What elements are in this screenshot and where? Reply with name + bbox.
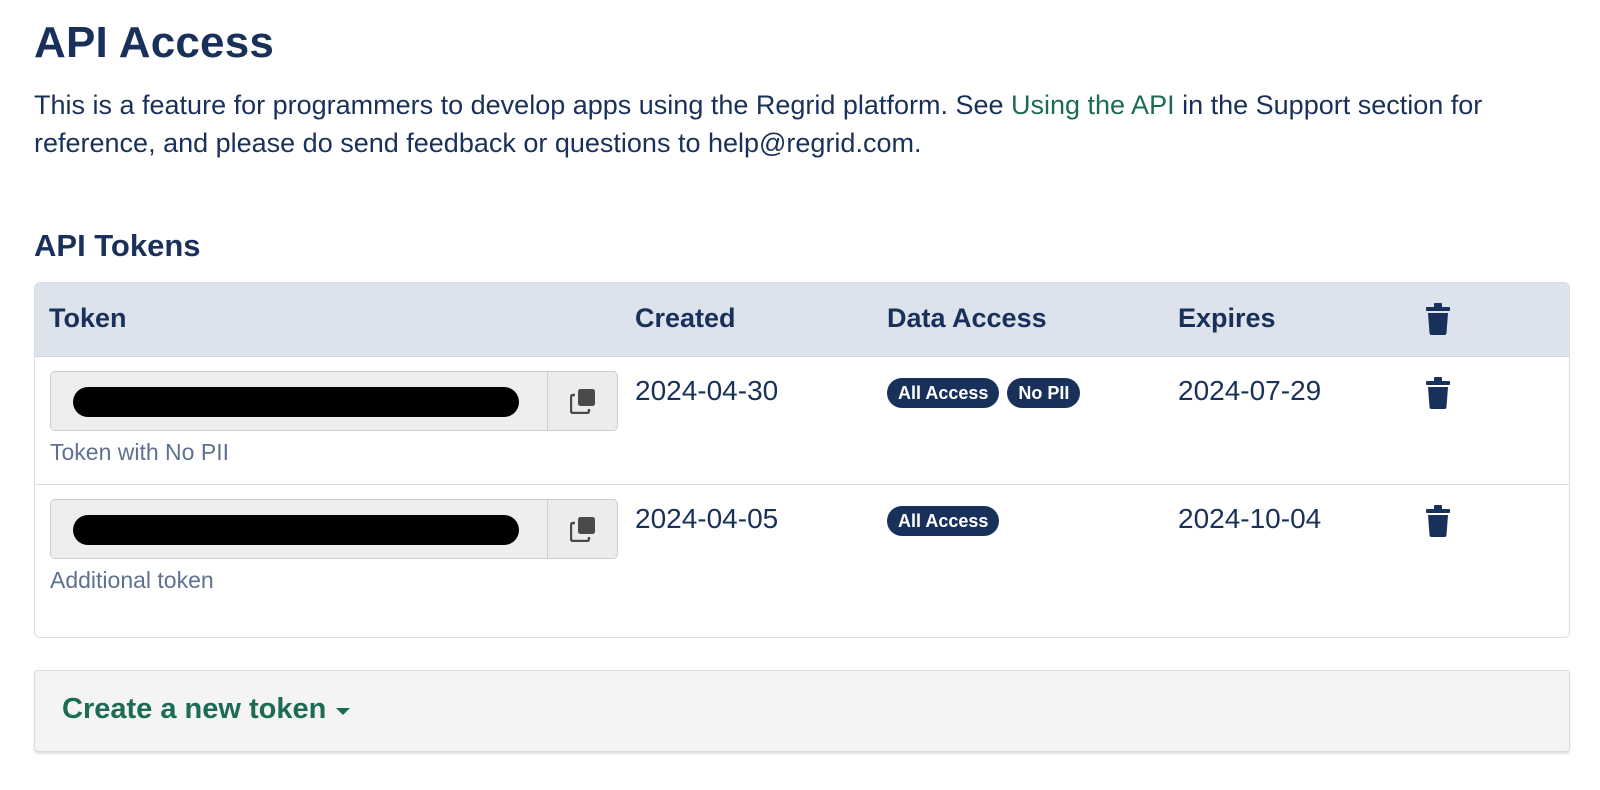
create-new-token-button[interactable]: Create a new token: [62, 693, 351, 726]
expires-date: 2024-07-29: [1178, 375, 1322, 406]
column-header-token: Token: [49, 303, 127, 333]
delete-token-button[interactable]: [1425, 377, 1451, 414]
trash-icon: [1426, 505, 1450, 537]
token-name: Token with No PII: [50, 439, 229, 465]
copy-token-button[interactable]: [547, 500, 617, 558]
expires-date: 2024-10-04: [1178, 503, 1322, 534]
column-header-data-access: Data Access: [887, 303, 1047, 333]
table-row: Token with No PII 2024-04-30 All Access …: [35, 357, 1569, 485]
column-header-expires: Expires: [1178, 303, 1276, 333]
redacted-token-value: [73, 387, 519, 417]
badge-all-access: All Access: [887, 378, 1000, 408]
token-field-group: [50, 371, 618, 431]
badge-no-pii: No PII: [1007, 378, 1081, 408]
intro-text-before: This is a feature for programmers to dev…: [34, 90, 1011, 120]
create-token-panel: Create a new token: [34, 670, 1570, 752]
tokens-table: Token Created Data Access Expires Token …: [34, 282, 1570, 638]
delete-token-button[interactable]: [1425, 505, 1451, 542]
trash-icon: [1425, 303, 1451, 340]
create-new-token-label: Create a new token: [62, 693, 327, 725]
copy-icon: [570, 517, 595, 542]
intro-text: This is a feature for programmers to dev…: [34, 86, 1564, 162]
token-input[interactable]: [51, 372, 548, 430]
token-input[interactable]: [51, 500, 548, 558]
caret-down-icon: [336, 707, 351, 715]
token-name: Additional token: [50, 567, 214, 593]
copy-token-button[interactable]: [547, 372, 617, 430]
badge-all-access: All Access: [887, 506, 1000, 536]
tokens-table-header: Token Created Data Access Expires: [35, 283, 1569, 357]
created-date: 2024-04-30: [635, 375, 779, 406]
data-access-badges: All Access No PII: [887, 378, 1081, 408]
trash-icon: [1426, 377, 1450, 409]
redacted-token-value: [73, 515, 519, 545]
column-header-created: Created: [635, 303, 736, 333]
table-row: Additional token 2024-04-05 All Access 2…: [35, 485, 1569, 612]
data-access-badges: All Access: [887, 506, 1000, 536]
using-the-api-link[interactable]: Using the API: [1011, 90, 1175, 120]
page-title: API Access: [34, 18, 275, 67]
created-date: 2024-04-05: [635, 503, 779, 534]
api-tokens-heading: API Tokens: [34, 228, 201, 263]
copy-icon: [570, 389, 595, 414]
token-field-group: [50, 499, 618, 559]
